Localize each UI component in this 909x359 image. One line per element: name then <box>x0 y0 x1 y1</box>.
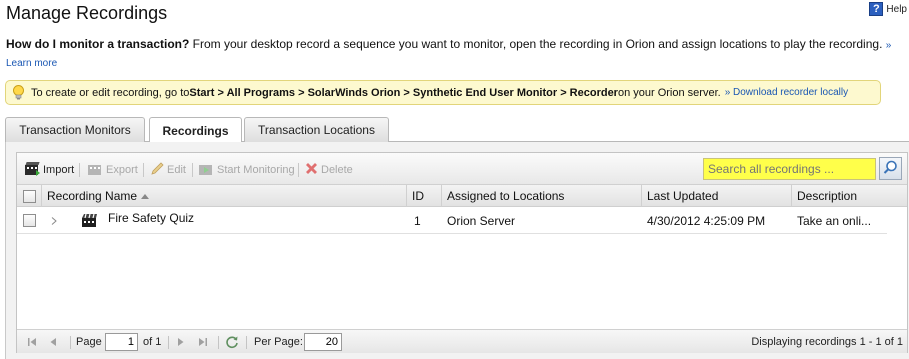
column-header-recording-name[interactable]: Recording Name <box>47 185 402 207</box>
lightbulb-icon <box>12 85 25 100</box>
column-header-label: Recording Name <box>47 189 138 203</box>
recording-last-updated: 4/30/2012 4:25:09 PM <box>647 213 766 228</box>
search-input[interactable] <box>703 158 876 180</box>
start-monitoring-icon <box>198 161 215 179</box>
tab-bar: Transaction Monitors Recordings Transact… <box>5 117 909 143</box>
column-header-id[interactable]: ID <box>412 185 424 207</box>
download-recorder-link[interactable]: » Download recorder locally <box>725 87 848 98</box>
toolbar-divider <box>192 163 193 177</box>
column-divider <box>641 185 642 207</box>
last-page-icon[interactable] <box>198 330 208 354</box>
toolbar-divider <box>143 163 144 177</box>
column-header-description[interactable]: Description <box>797 185 857 207</box>
help-link[interactable]: ? Help <box>869 2 907 16</box>
toolbar-divider <box>298 163 299 177</box>
export-label: Export <box>106 164 138 176</box>
expand-row-icon[interactable] <box>51 207 57 234</box>
column-header-assigned-locations[interactable]: Assigned to Locations <box>447 185 564 207</box>
intro-body: From your desktop record a sequence you … <box>189 37 883 51</box>
start-monitoring-button[interactable]: Start Monitoring <box>198 162 295 178</box>
intro-question: How do I monitor a transaction? <box>6 37 190 51</box>
tab-recordings[interactable]: Recordings <box>149 117 242 143</box>
column-header-last-updated[interactable]: Last Updated <box>647 185 718 207</box>
import-label: Import <box>43 164 75 176</box>
help-label: Help <box>886 3 907 15</box>
select-all-checkbox[interactable] <box>23 189 36 203</box>
sort-ascending-icon <box>141 193 150 199</box>
select-all-checkbox-cell <box>23 185 36 207</box>
page-title: Manage Recordings <box>6 3 168 23</box>
toolbar-divider <box>79 163 80 177</box>
recordings-grid: Import Export Edit Start Monitoring Dele… <box>16 152 908 353</box>
column-divider <box>41 185 42 207</box>
help-icon: ? <box>869 2 884 16</box>
tip-path: Start > All Programs > SolarWinds Orion … <box>189 86 618 99</box>
grid-toolbar: Import Export Edit Start Monitoring Dele… <box>17 153 907 185</box>
pager-divider <box>246 336 247 349</box>
page-count-label: of 1 <box>143 336 162 348</box>
import-button[interactable]: Import <box>24 162 74 178</box>
per-page-label: Per Page: <box>254 336 303 348</box>
tab-transaction-locations[interactable]: Transaction Locations <box>244 117 389 142</box>
recorder-tip-bar: To create or edit recording, go to Start… <box>5 80 881 105</box>
column-divider <box>441 185 442 207</box>
displaying-status: Displaying recordings 1 - 1 of 1 <box>751 336 903 348</box>
search-icon <box>883 160 898 178</box>
tip-suffix: on your Orion server. <box>617 86 721 99</box>
delete-label: Delete <box>321 164 353 176</box>
recordings-panel: Import Export Edit Start Monitoring Dele… <box>5 142 909 359</box>
table-row[interactable]: Fire Safety Quiz 1 Orion Server 4/30/201… <box>17 207 887 234</box>
next-page-icon[interactable] <box>177 330 185 354</box>
edit-button[interactable]: Edit <box>150 162 186 178</box>
first-page-icon[interactable] <box>27 330 37 354</box>
row-checkbox[interactable] <box>23 214 36 227</box>
pencil-icon <box>150 161 165 179</box>
delete-icon <box>304 161 319 179</box>
grid-pager: Page of 1 Per Page: <box>17 329 907 353</box>
tab-transaction-monitors[interactable]: Transaction Monitors <box>5 117 145 142</box>
previous-page-icon[interactable] <box>49 330 57 354</box>
per-page-cell <box>304 330 342 354</box>
per-page-input[interactable] <box>304 333 342 351</box>
recording-assigned-locations: Orion Server <box>447 213 516 228</box>
start-monitoring-label: Start Monitoring <box>217 164 295 176</box>
column-divider <box>406 185 407 207</box>
pager-divider <box>168 336 169 349</box>
pager-divider <box>218 336 219 349</box>
intro-text: How do I monitor a transaction? From you… <box>6 36 901 72</box>
page-label: Page <box>76 336 102 348</box>
recording-icon <box>81 207 98 234</box>
recording-name: Fire Safety Quiz <box>108 210 195 225</box>
page-number-cell <box>105 330 138 354</box>
import-icon <box>24 161 41 179</box>
search-button[interactable] <box>879 157 902 180</box>
export-icon <box>87 161 104 179</box>
delete-button[interactable]: Delete <box>304 162 353 178</box>
column-divider <box>791 185 792 207</box>
recording-description: Take an onli... <box>797 213 872 228</box>
pager-divider <box>70 336 71 349</box>
page-number-input[interactable] <box>105 333 138 351</box>
row-checkbox-cell <box>23 207 36 234</box>
export-button[interactable]: Export <box>87 162 138 178</box>
refresh-icon[interactable] <box>225 330 239 354</box>
edit-label: Edit <box>167 164 186 176</box>
tip-prefix: To create or edit recording, go to <box>31 86 190 99</box>
recording-id: 1 <box>414 213 421 228</box>
